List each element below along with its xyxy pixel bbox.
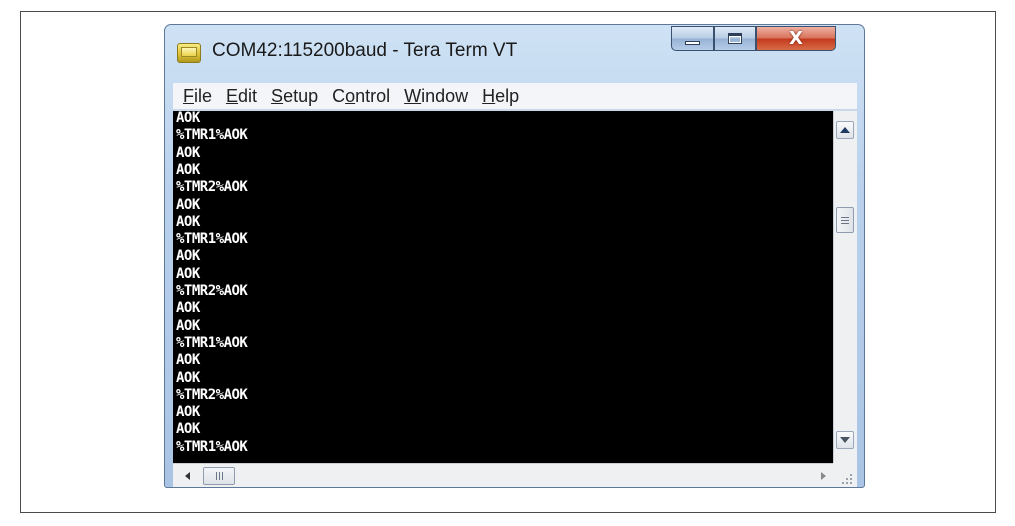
menu-help[interactable]: Help — [475, 86, 526, 107]
menu-edit[interactable]: Edit — [219, 86, 264, 107]
maximize-button[interactable] — [714, 26, 756, 51]
menu-control[interactable]: Control — [325, 86, 397, 107]
terminal-line: AOK — [176, 369, 200, 386]
scroll-down-button[interactable] — [836, 431, 854, 449]
window-title: COM42:115200baud - Tera Term VT — [212, 40, 518, 61]
teraterm-window: COM42:115200baud - Tera Term VT X File E… — [164, 24, 865, 488]
menu-bar: File Edit Setup Control Window Help — [173, 83, 857, 110]
terminal-line: AOK — [176, 111, 200, 126]
terminal-line: AOK — [176, 213, 200, 230]
terminal-line: AOK — [176, 196, 200, 213]
terminal-line: AOK — [176, 265, 200, 282]
scroll-up-button[interactable] — [836, 121, 854, 139]
minimize-button[interactable] — [671, 26, 714, 51]
terminal-line: AOK — [176, 317, 200, 334]
terminal-line: AOK — [176, 404, 200, 421]
menu-window[interactable]: Window — [397, 86, 475, 107]
terminal-output[interactable]: AOK %TMR1%AOK AOK AOK %TMR2%AOK AOK AOK %TMR1%A… — [173, 111, 833, 463]
terminal-line: AOK — [176, 248, 200, 265]
maximize-icon — [728, 33, 742, 44]
terminal-line: AOK — [176, 352, 200, 369]
resize-grip-icon[interactable] — [833, 463, 857, 487]
terminal-line: %TMR2%AOK — [176, 179, 248, 196]
vertical-scrollbar[interactable] — [833, 111, 857, 463]
menu-setup[interactable]: Setup — [264, 86, 325, 107]
terminal-line: AOK — [176, 161, 200, 178]
terminal-line: AOK — [176, 144, 200, 161]
terminal-line: %TMR1%AOK — [176, 438, 248, 455]
terminal-line: %TMR2%AOK — [176, 283, 248, 299]
close-icon: X — [789, 27, 803, 49]
teraterm-app-icon[interactable] — [177, 43, 201, 63]
terminal-line: %TMR1%AOK — [176, 127, 248, 144]
horizontal-scrollbar[interactable] — [173, 463, 833, 487]
terminal-line: %TMR1%AOK — [176, 334, 248, 351]
menu-file[interactable]: File — [176, 86, 219, 107]
close-button[interactable]: X — [756, 26, 836, 51]
terminal-line: AOK — [176, 421, 200, 438]
scroll-left-arrow-icon[interactable] — [185, 472, 190, 480]
terminal-line: %TMR1%AOK — [176, 231, 248, 248]
title-bar[interactable]: COM42:115200baud - Tera Term VT X — [165, 25, 864, 81]
terminal-line: AOK — [176, 300, 200, 317]
terminal-line: %TMR2%AOK — [176, 386, 248, 403]
horizontal-scroll-thumb[interactable] — [203, 467, 235, 485]
vertical-scroll-thumb[interactable] — [836, 207, 854, 233]
scroll-right-arrow-icon[interactable] — [821, 472, 826, 480]
scroll-down-arrow-icon — [840, 437, 850, 443]
minimize-icon — [685, 40, 700, 45]
scroll-up-arrow-icon — [840, 127, 850, 133]
